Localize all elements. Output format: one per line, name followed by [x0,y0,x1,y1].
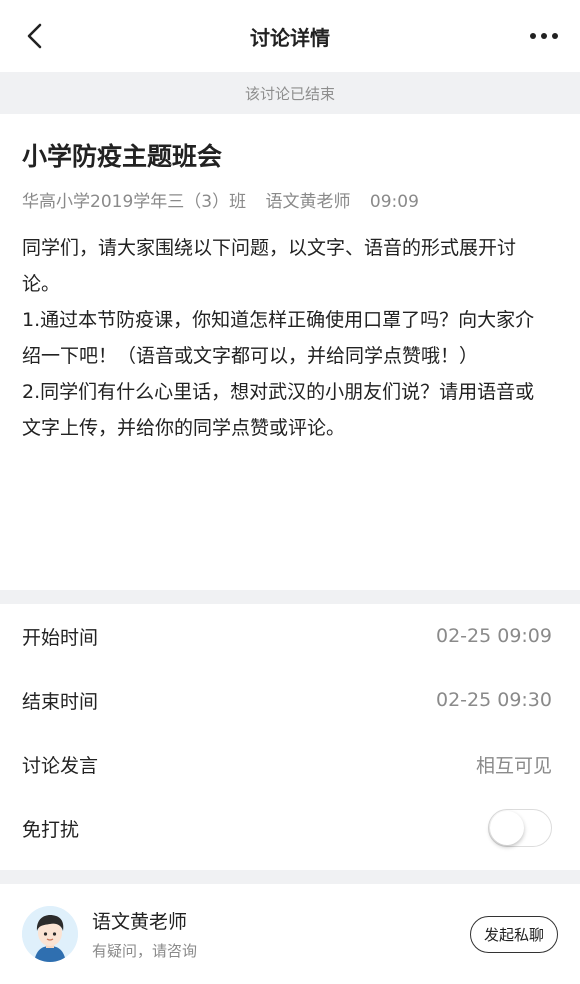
end-time-label: 结束时间 [22,690,99,713]
teacher-name: 语文黄老师 [92,911,188,933]
discussion-settings: 开始时间 02-25 09:09 结束时间 02-25 09:30 讨论发言 相… [0,604,580,860]
speech-visibility-row: 讨论发言 相互可见 [22,732,552,796]
start-time-label: 开始时间 [22,626,99,649]
teacher-contact: 语文黄老师 有疑问，请咨询 发起私聊 [0,884,580,984]
end-time-row: 结束时间 02-25 09:30 [22,668,552,732]
body-paragraph: 同学们，请大家围绕以下问题，以文字、语音的形式展开讨论。 [22,237,517,295]
post-meta: 华高小学2019学年三（3）班 语文黄老师 09:09 [22,190,552,214]
discussion-ended-banner: 该讨论已结束 [0,72,580,114]
do-not-disturb-toggle[interactable] [488,809,552,847]
section-divider [0,870,580,884]
speech-visibility-label: 讨论发言 [22,754,99,777]
private-chat-button[interactable]: 发起私聊 [469,915,558,953]
discussion-post: 小学防疫主题班会 华高小学2019学年三（3）班 语文黄老师 09:09 同学们… [0,140,580,590]
more-dots-icon[interactable] [528,26,560,46]
avatar [22,906,78,962]
body-paragraph: 1.通过本节防疫课，你知道怎样正确使用口罩了吗？向大家介绍一下吧！（语音或文字都… [22,309,535,367]
speech-visibility-value: 相互可见 [475,754,552,777]
body-paragraph: 2.同学们有什么心里话，想对武汉的小朋友们说？请用语音或文字上传，并给你的同学点… [22,381,535,439]
class-name: 华高小学2019学年三（3）班 [22,192,247,212]
discussion-body: 同学们，请大家围绕以下问题，以文字、语音的形式展开讨论。 1.通过本节防疫课，你… [22,230,552,446]
toggle-knob [490,811,524,845]
end-time-value: 02-25 09:30 [435,689,552,711]
do-not-disturb-label: 免打扰 [22,818,80,841]
teacher-avatar-icon [22,906,78,962]
discussion-title: 小学防疫主题班会 [22,142,223,171]
do-not-disturb-row: 免打扰 [22,796,552,860]
start-time-row: 开始时间 02-25 09:09 [22,604,552,668]
teacher-subtitle: 有疑问，请咨询 [92,942,198,960]
page-title: 讨论详情 [250,25,330,50]
section-divider [0,590,580,604]
author-name: 语文黄老师 [265,192,351,212]
chevron-left-icon[interactable] [22,22,50,50]
teacher-info: 语文黄老师 有疑问，请咨询 [92,907,470,961]
post-time: 09:09 [369,192,419,212]
start-time-value: 02-25 09:09 [435,625,552,647]
top-nav-bar: 讨论详情 [0,0,580,72]
